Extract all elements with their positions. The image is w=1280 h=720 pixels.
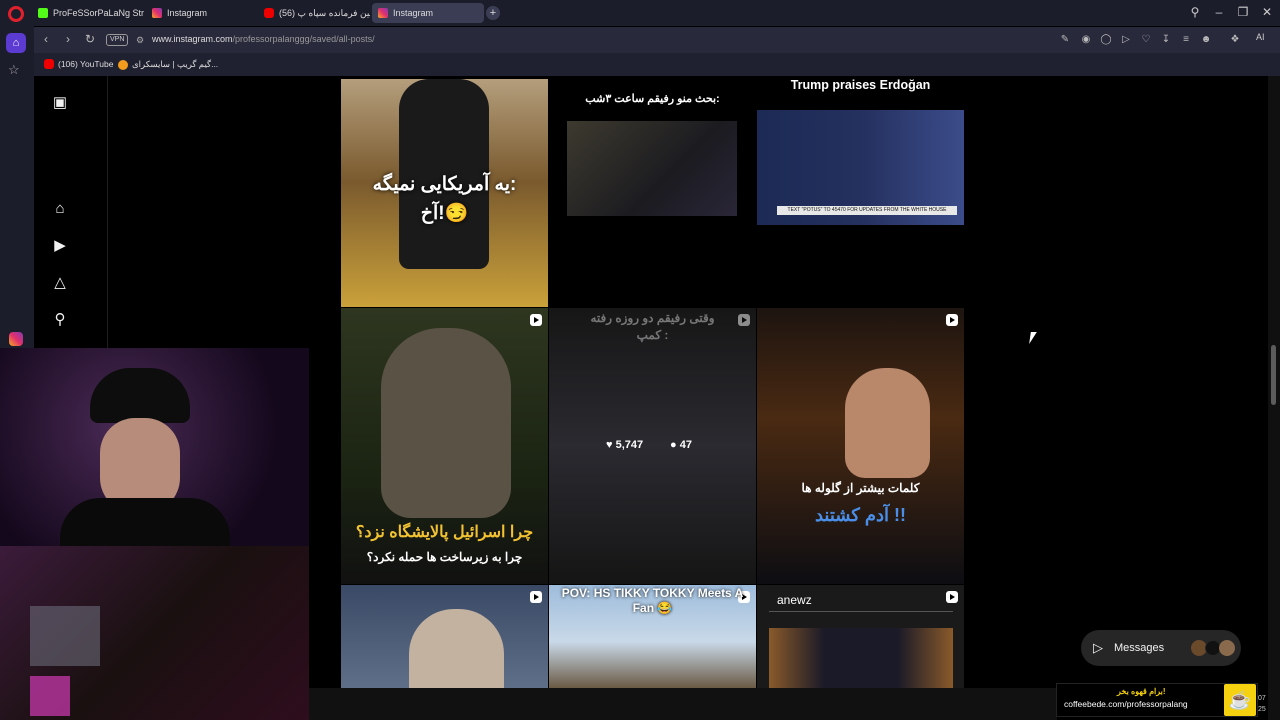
reel-icon: [946, 314, 958, 326]
post-tile[interactable]: یه آمریکایی نمیگه: آخ!😏: [341, 79, 548, 307]
home-icon[interactable]: ⌂: [50, 199, 70, 219]
search-tabs-icon[interactable]: ⚲: [1185, 5, 1205, 19]
post-thumbnail-image: [567, 121, 737, 216]
room-camera: [0, 546, 309, 720]
instagram-icon: [152, 8, 162, 18]
comment-count: ● 47: [670, 439, 692, 451]
search-icon[interactable]: ⚲: [50, 310, 70, 330]
kick-icon: [38, 8, 48, 18]
rgb-light: [30, 676, 70, 716]
reload-button[interactable]: ↻: [82, 32, 98, 46]
heart-icon[interactable]: ♡: [1139, 34, 1153, 45]
reel-icon: [530, 591, 542, 603]
avatar: [1219, 640, 1235, 656]
tab-instagram-1[interactable]: Instagram: [146, 3, 256, 23]
divider: [769, 611, 953, 612]
gamegrip-icon: [118, 59, 128, 70]
bookmark-gamegrip[interactable]: گیم گریپ | سایسکرای...: [118, 59, 218, 70]
back-button[interactable]: ‹: [38, 32, 54, 46]
anewz-logo: anewz: [777, 593, 812, 607]
messages-icon: ▷: [1093, 640, 1103, 655]
post-thumbnail-figure: [409, 609, 504, 688]
opera-home-icon[interactable]: ⌂: [6, 33, 26, 53]
post-tile[interactable]: چرا اسرائیل پالایشگاه نزد؟ چرا به زیرساخ…: [341, 308, 548, 584]
post-tile[interactable]: anewz: [757, 585, 964, 688]
send-icon[interactable]: ▷: [1119, 34, 1133, 45]
tab-instagram-active[interactable]: Instagram: [372, 3, 484, 23]
youtube-icon: [44, 59, 54, 69]
post-tile[interactable]: POV: HS TIKKY TOKKY Meets A Fan 😂: [549, 585, 756, 688]
hat: [90, 368, 190, 423]
instagram-icon: [378, 8, 388, 18]
ai-button[interactable]: AI: [1256, 32, 1265, 42]
reel-icon: [530, 314, 542, 326]
window-light: [30, 606, 100, 666]
url-field[interactable]: www.instagram.com/professorpalanggg/save…: [152, 34, 375, 44]
vpn-badge[interactable]: VPN: [106, 34, 129, 46]
post-tile[interactable]: کلمات بیشتر از گلوله ها آدم کشتند !!: [757, 308, 964, 584]
site-lock-icon[interactable]: ⚙: [136, 35, 144, 46]
post-tile[interactable]: Trump praises Erdoğan TEXT "POTUS" TO 45…: [757, 79, 964, 307]
post-thumbnail-figure: [845, 368, 930, 478]
youtube-icon: [264, 8, 274, 18]
explore-icon[interactable]: △: [50, 273, 70, 293]
extensions-icon[interactable]: ❖: [1228, 34, 1242, 45]
streamer-webcam: [0, 348, 309, 546]
close-window-button[interactable]: ✕: [1257, 5, 1277, 19]
post-tile[interactable]: [341, 585, 548, 688]
scrollbar-thumb[interactable]: [1271, 345, 1276, 405]
minimize-button[interactable]: –: [1209, 5, 1229, 19]
page-bottom-strip: [309, 688, 1057, 720]
instagram-icon[interactable]: [9, 332, 23, 346]
post-thumbnail-image: [769, 628, 953, 688]
new-tab-button[interactable]: +: [486, 6, 500, 20]
edit-icon[interactable]: ✎: [1058, 34, 1072, 45]
post-thumbnail-figure: [381, 328, 511, 518]
menu-icon[interactable]: ≡: [1179, 34, 1193, 45]
instagram-logo-icon[interactable]: ▣: [50, 93, 70, 113]
profile-icon[interactable]: ☻: [1199, 34, 1213, 45]
reels-icon[interactable]: ▶: [50, 236, 70, 256]
like-count: ♥ 5,747: [606, 439, 644, 451]
messages-button[interactable]: ▷ Messages: [1081, 630, 1241, 666]
opera-logo-icon[interactable]: [8, 6, 24, 22]
shoulders: [60, 498, 230, 546]
coffee-cup-icon: ☕: [1224, 684, 1256, 716]
reel-icon: [946, 591, 958, 603]
post-tile[interactable]: بحث منو رفیقم ساعت ۳شب:: [549, 79, 756, 307]
post-tile-hovered[interactable]: وقتی رفیقم دو روزه رفته کمپ : ♥ 5,747 ● …: [549, 308, 756, 584]
star-icon[interactable]: ☆: [8, 62, 20, 78]
tab-kick-stream[interactable]: ProFeSSorPaLaNg Stream: [32, 3, 144, 23]
shield-icon[interactable]: ◯: [1099, 34, 1113, 45]
tab-youtube[interactable]: (56) جانشین فرمانده سپاه پ: [258, 3, 370, 23]
maximize-button[interactable]: ❐: [1233, 5, 1253, 19]
bookmarks-bar: [34, 53, 1280, 76]
bookmark-youtube[interactable]: (106) YouTube: [44, 59, 113, 69]
forward-button[interactable]: ›: [60, 32, 76, 46]
download-icon[interactable]: ↧: [1159, 34, 1173, 45]
camera-icon[interactable]: ◉: [1079, 34, 1093, 45]
